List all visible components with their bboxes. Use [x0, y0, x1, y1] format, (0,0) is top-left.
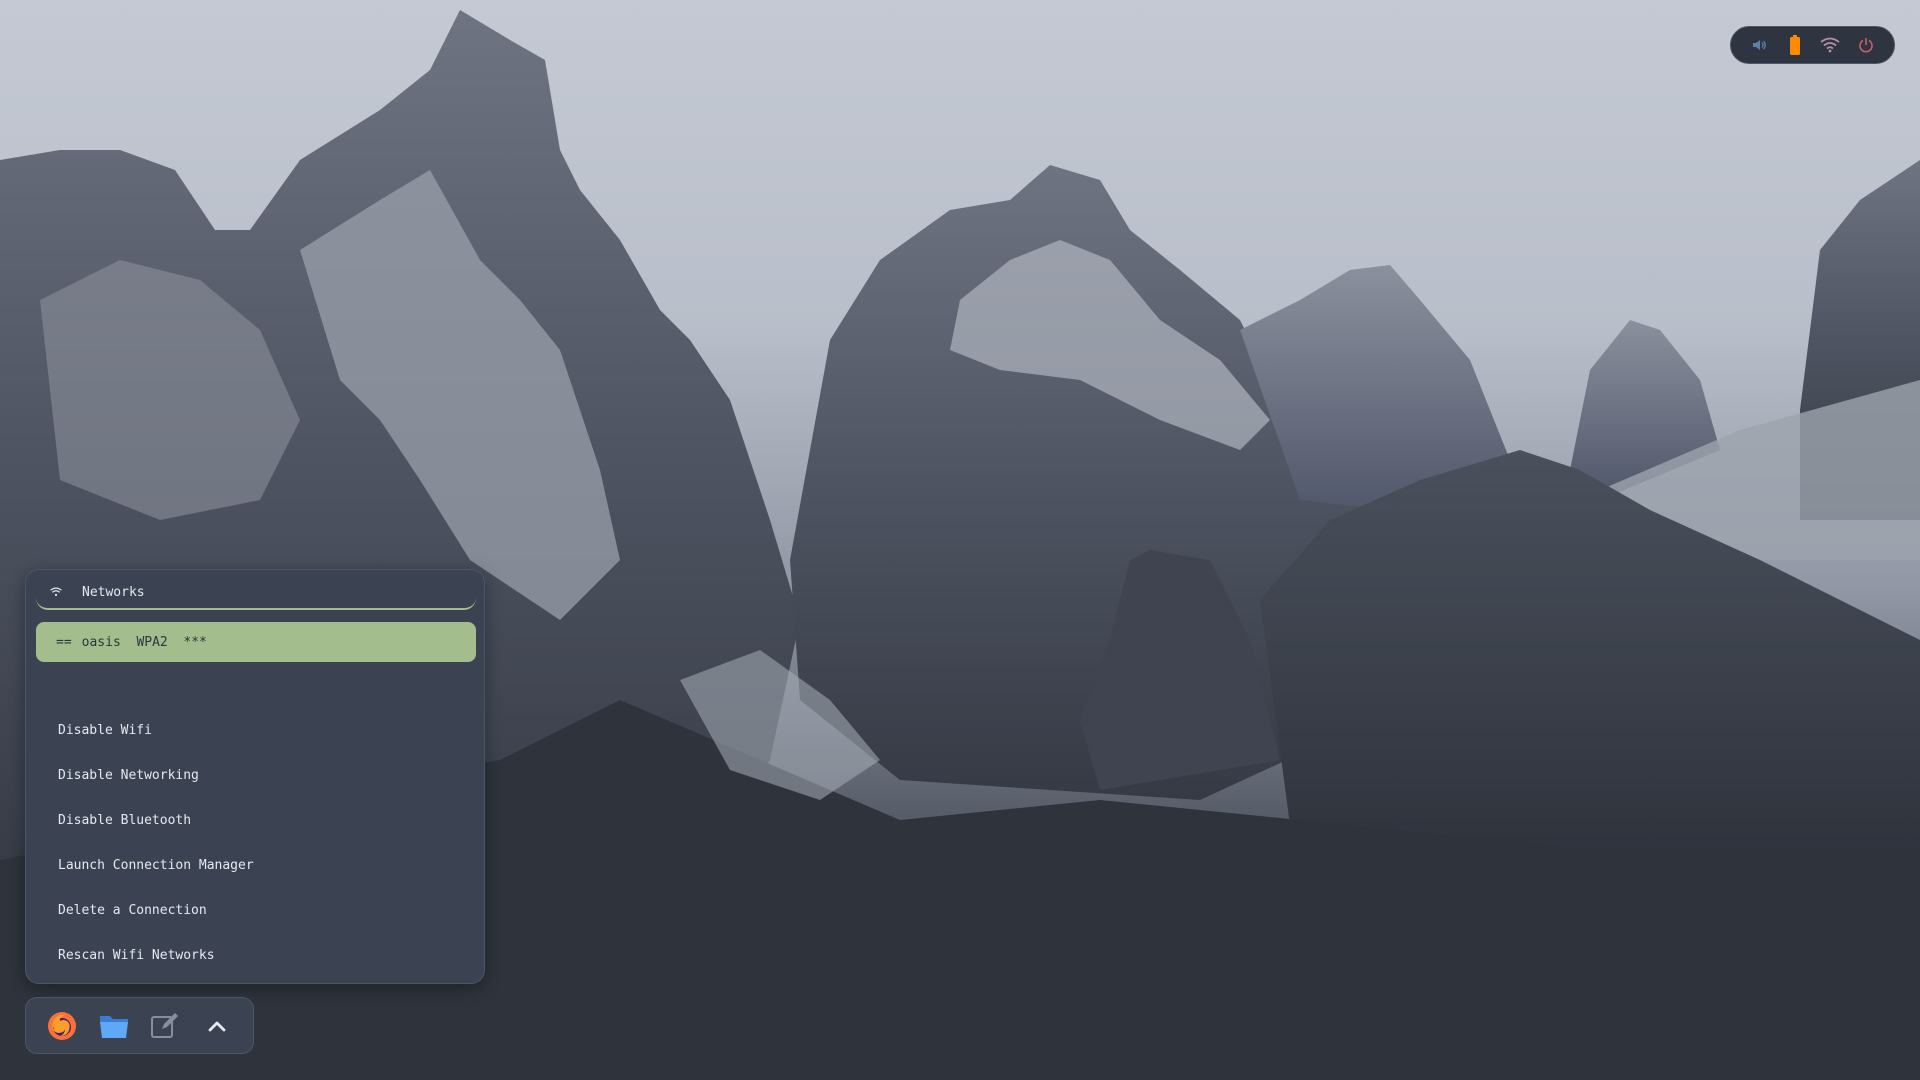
network-menu: Networks == oasis WPA2 *** Disable Wifi …: [25, 569, 485, 984]
menu-item-label: Rescan Wifi Networks: [58, 947, 215, 963]
menu-item-label: Disable Wifi: [58, 722, 152, 738]
network-search-input[interactable]: Networks: [36, 576, 476, 610]
wifi-icon: [50, 587, 68, 597]
chevron-up-icon[interactable]: [198, 1007, 236, 1045]
firefox-icon[interactable]: [43, 1007, 81, 1045]
menu-item-disable-wifi[interactable]: Disable Wifi: [36, 712, 476, 748]
power-icon[interactable]: [1854, 33, 1878, 57]
connected-marker: ==: [56, 634, 72, 650]
menu-item-rescan-wifi[interactable]: Rescan Wifi Networks: [36, 937, 476, 973]
battery-icon[interactable]: [1783, 33, 1807, 57]
menu-item-label: Delete a Connection: [58, 902, 207, 918]
text-editor-icon[interactable]: [146, 1007, 184, 1045]
network-item-selected[interactable]: == oasis WPA2 ***: [36, 622, 476, 662]
menu-item-disable-bluetooth[interactable]: Disable Bluetooth: [36, 802, 476, 838]
network-item-label: oasis WPA2 ***: [81, 634, 207, 650]
system-tray: [1730, 26, 1895, 64]
network-search-prompt: Networks: [82, 584, 145, 600]
menu-item-disable-networking[interactable]: Disable Networking: [36, 757, 476, 793]
menu-item-label: Disable Networking: [58, 767, 199, 783]
dock: [25, 997, 254, 1054]
folder-icon[interactable]: [95, 1007, 133, 1045]
volume-icon[interactable]: [1747, 33, 1771, 57]
menu-item-delete-connection[interactable]: Delete a Connection: [36, 892, 476, 928]
menu-item-launch-connection-manager[interactable]: Launch Connection Manager: [36, 847, 476, 883]
menu-item-label: Disable Bluetooth: [58, 812, 192, 828]
wifi-icon[interactable]: [1818, 33, 1842, 57]
desktop: Networks == oasis WPA2 *** Disable Wifi …: [0, 0, 1920, 1080]
menu-item-label: Launch Connection Manager: [58, 857, 254, 873]
